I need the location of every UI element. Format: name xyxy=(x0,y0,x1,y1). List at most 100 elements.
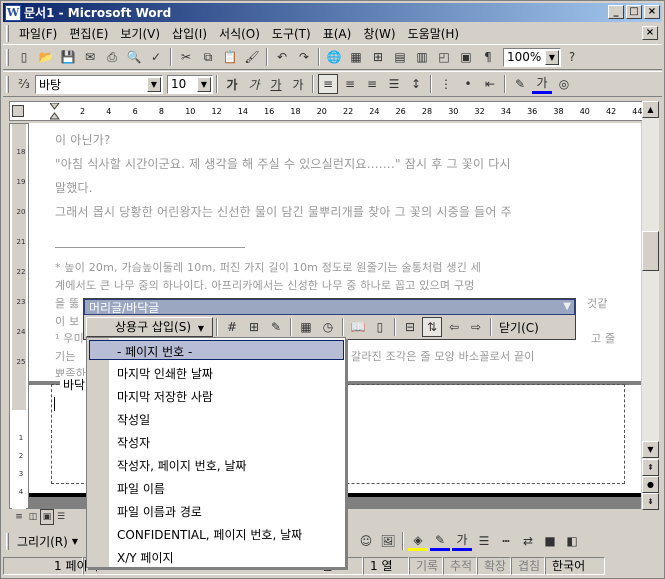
menu-item-author[interactable]: 작성자 xyxy=(117,434,150,451)
columns-icon[interactable]: ▥ xyxy=(412,47,432,67)
hyperlink-icon[interactable]: 🌐 xyxy=(324,47,344,67)
align-left-icon[interactable]: ≡ xyxy=(318,74,338,94)
chevron-down-icon[interactable]: ▼ xyxy=(563,301,571,312)
status-rec[interactable]: 기록 xyxy=(409,556,443,575)
menu-file[interactable]: 파일(F) xyxy=(13,25,63,42)
menu-table[interactable]: 표(A) xyxy=(317,25,358,42)
insert-time-icon[interactable]: ◷ xyxy=(318,317,338,337)
draw-font-color-icon[interactable]: 가 xyxy=(452,531,472,551)
scroll-down-button[interactable]: ▼ xyxy=(642,441,659,458)
page-setup-icon[interactable]: 📖 xyxy=(348,317,368,337)
draw-menu-button[interactable]: 그리기(R) xyxy=(13,533,72,550)
decrease-indent-icon[interactable]: ⇤ xyxy=(480,74,500,94)
menu-item-created-on[interactable]: 작성일 xyxy=(117,411,150,428)
autotext-insert-button[interactable]: 상용구 삽입(S) ▼ xyxy=(86,317,213,337)
chevron-down-icon[interactable]: ▼ xyxy=(147,76,161,92)
bold-icon[interactable]: 가 xyxy=(222,74,242,94)
save-icon[interactable]: 💾 xyxy=(58,47,78,67)
scroll-thumb[interactable] xyxy=(642,231,659,271)
arrow-style-icon[interactable]: ⇄ xyxy=(518,531,538,551)
font-color-icon[interactable]: 가 xyxy=(532,74,552,94)
status-ext[interactable]: 확장 xyxy=(477,556,511,575)
print-view-icon[interactable]: ▣ xyxy=(40,509,54,525)
numbering-icon[interactable]: ⋮ xyxy=(436,74,456,94)
fill-color-icon[interactable]: ◈ xyxy=(408,531,428,551)
menu-view[interactable]: 보기(V) xyxy=(114,25,166,42)
vertical-ruler[interactable]: 18 19 20 21 22 23 24 25 1 2 3 4 xyxy=(9,123,29,510)
close-button[interactable]: × xyxy=(644,5,660,19)
show-next-icon[interactable]: ⇨ xyxy=(466,317,486,337)
word-icon[interactable]: W xyxy=(5,4,21,21)
copy-icon[interactable]: ⧉ xyxy=(198,47,218,67)
zoom-combo[interactable]: 100% ▼ xyxy=(503,47,561,67)
hf-close-button[interactable]: 닫기(C) xyxy=(495,319,543,336)
menu-tools[interactable]: 도구(T) xyxy=(266,25,317,42)
outline-view-icon[interactable]: ☰ xyxy=(54,509,68,525)
clipart-icon[interactable]: ☺ xyxy=(356,531,376,551)
print-icon[interactable]: ⎙ xyxy=(102,47,122,67)
align-right-icon[interactable]: ≡ xyxy=(362,74,382,94)
cut-icon[interactable]: ✂ xyxy=(176,47,196,67)
print-preview-icon[interactable]: 🔍 xyxy=(124,47,144,67)
insert-page-number-icon[interactable]: # xyxy=(222,317,242,337)
menu-item-filename-path[interactable]: 파일 이름과 경로 xyxy=(117,503,202,520)
menubar-grip[interactable] xyxy=(6,25,9,42)
paste-icon[interactable]: 📋 xyxy=(220,47,240,67)
line-spacing-icon[interactable]: ↕ xyxy=(406,74,426,94)
horizontal-ruler[interactable]: 2 4 6 8 10 12 14 16 18 20 22 24 26 28 30 32 34 36 38 40 42 44 xyxy=(9,101,659,121)
line-style-icon[interactable]: ☰ xyxy=(474,531,494,551)
status-trk[interactable]: 추적 xyxy=(443,556,477,575)
picture-icon[interactable]: 🖼 xyxy=(378,531,398,551)
italic-icon[interactable]: 가 xyxy=(244,74,264,94)
hf-toolbar-title-bar[interactable]: 머리글/바닥글 ▼ xyxy=(84,299,575,315)
spelling-icon[interactable]: ✓ xyxy=(146,47,166,67)
open-icon[interactable]: 📂 xyxy=(36,47,56,67)
menu-window[interactable]: 창(W) xyxy=(357,25,401,42)
web-view-icon[interactable]: ◫ xyxy=(26,509,40,525)
line-color-icon[interactable]: ✎ xyxy=(430,531,450,551)
prev-page-icon[interactable]: ⇞ xyxy=(642,459,659,476)
undo-icon[interactable]: ↶ xyxy=(272,47,292,67)
drawing-icon[interactable]: ◰ xyxy=(434,47,454,67)
chevron-down-icon[interactable]: ▼ xyxy=(545,49,559,65)
document-map-icon[interactable]: ▣ xyxy=(456,47,476,67)
insert-date-icon[interactable]: ▦ xyxy=(296,317,316,337)
encircle-icon[interactable]: ◎ xyxy=(554,74,574,94)
menu-item-filename[interactable]: 파일 이름 xyxy=(117,480,165,497)
help-icon[interactable]: ? xyxy=(562,47,582,67)
chevron-down-icon[interactable]: ▼ xyxy=(197,76,211,92)
menu-item-last-printed[interactable]: 마지막 인쇄한 날짜 xyxy=(117,365,213,382)
highlight-icon[interactable]: ✎ xyxy=(510,74,530,94)
menu-item-page-number[interactable]: - 페이지 번호 - xyxy=(117,343,192,360)
menu-insert[interactable]: 삽입(I) xyxy=(166,25,213,42)
show-previous-icon[interactable]: ⇦ xyxy=(444,317,464,337)
shadow-icon[interactable]: ■ xyxy=(540,531,560,551)
menu-item-page-x-of-y[interactable]: X/Y 페이지 xyxy=(117,549,174,566)
bullets-icon[interactable]: • xyxy=(458,74,478,94)
chevron-down-icon[interactable]: ▼ xyxy=(72,537,78,546)
insert-table-icon[interactable]: ⊞ xyxy=(368,47,388,67)
menu-item-confidential[interactable]: CONFIDENTIAL, 페이지 번호, 날짜 xyxy=(117,526,302,543)
next-page-icon[interactable]: ⇟ xyxy=(642,493,659,510)
indent-marker[interactable] xyxy=(49,102,60,123)
email-icon[interactable]: ✉ xyxy=(80,47,100,67)
menu-item-last-saved-by[interactable]: 마지막 저장한 사람 xyxy=(117,388,213,405)
show-hide-icon[interactable]: ¶ xyxy=(478,47,498,67)
show-hide-text-icon[interactable]: ▯ xyxy=(370,317,390,337)
normal-view-icon[interactable]: ≡ xyxy=(12,509,26,525)
status-ovr[interactable]: 겹침 xyxy=(511,556,545,575)
dash-style-icon[interactable]: ┅ xyxy=(496,531,516,551)
insert-excel-icon[interactable]: ▤ xyxy=(390,47,410,67)
redo-icon[interactable]: ↷ xyxy=(294,47,314,67)
same-as-previous-icon[interactable]: ⊟ xyxy=(400,317,420,337)
scroll-up-button[interactable]: ▲ xyxy=(642,101,659,118)
font-size-combo[interactable]: 10 ▼ xyxy=(167,74,213,94)
vertical-scrollbar[interactable]: ▲ ▼ ⇞ ● ⇟ xyxy=(642,101,659,510)
char-shading-icon[interactable]: 가 xyxy=(288,74,308,94)
underline-icon[interactable]: 가 xyxy=(266,74,286,94)
menu-help[interactable]: 도움말(H) xyxy=(402,25,466,42)
doc-close-button[interactable]: × xyxy=(642,26,658,40)
menu-format[interactable]: 서식(O) xyxy=(213,25,266,42)
insert-page-count-icon[interactable]: ⊞ xyxy=(244,317,264,337)
format-painter-icon[interactable]: 🖌 xyxy=(242,47,262,67)
